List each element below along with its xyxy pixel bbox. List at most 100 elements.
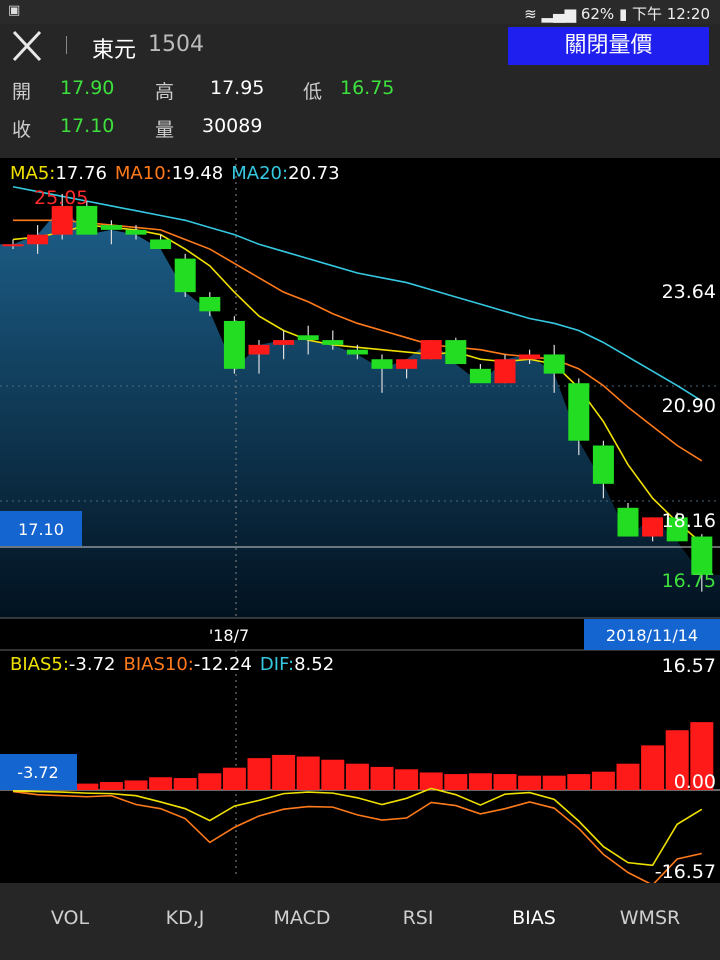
dif-bar [321, 759, 345, 790]
quote-panel: 開 17.90 高 17.95 低 16.75 收 17.10 量 30089 [0, 68, 720, 158]
wifi-icon: ≋ [524, 5, 537, 23]
dif-bar [222, 767, 246, 790]
candle-body [346, 349, 368, 355]
dif-bar [296, 756, 320, 790]
candle-body [469, 368, 491, 384]
close-icon [12, 30, 42, 62]
candle-body [420, 340, 442, 360]
candle-body [371, 359, 393, 369]
low-label: 低 [303, 81, 323, 103]
signal-icon: ▂▄▆ [541, 5, 577, 23]
dif-bar [124, 780, 148, 790]
svg-text:BIAS5:-3.72BIAS10:-12.24DIF:8.: BIAS5:-3.72 BIAS10:-12.24 DIF:8.52 [10, 654, 334, 675]
svg-text:MA5:17.76MA10:19.48MA20:20.73: MA5:17.76 MA10:19.48 MA20:20.73 [10, 163, 340, 184]
dif-bar [419, 772, 443, 790]
clock: 下午 12:20 [632, 5, 710, 23]
ma5-label: MA5: [10, 163, 55, 184]
indicator-tab-bar: VOL KD,J MACD RSI BIAS WMSR [0, 883, 720, 960]
candle-body [273, 340, 295, 345]
candle-body [568, 383, 590, 441]
min-price-label: 16.75 [662, 570, 716, 592]
price-tick-top: 23.64 [662, 281, 716, 303]
tab-vol[interactable]: VOL [30, 907, 110, 929]
dif-label: DIF: [260, 654, 294, 675]
candle-body [223, 320, 245, 369]
current-bias-value: -3.72 [17, 763, 58, 782]
candle-body [617, 507, 639, 537]
title-bar: 東元 1504 關閉量價 [0, 24, 720, 68]
bias5-line [12, 787, 703, 867]
ma20-value: 20.73 [288, 163, 340, 184]
candle-body [51, 205, 73, 235]
candle-body [100, 225, 122, 230]
ma5-value: 17.76 [55, 163, 107, 184]
high-value: 17.95 [210, 77, 265, 99]
candle-body [2, 244, 24, 247]
tab-macd[interactable]: MACD [262, 907, 342, 929]
close-label: 收 [12, 119, 32, 141]
bias10-value: -12.24 [194, 654, 252, 675]
candle-body [174, 258, 196, 293]
bias10-line [12, 790, 702, 886]
dif-bar [272, 754, 296, 790]
candle-body [543, 354, 565, 374]
status-bar: ▣ ≋ ▂▄▆ 62% ▮ 下午 12:20 [0, 0, 720, 24]
dif-bar [173, 778, 197, 790]
price-tick-low: 18.16 [662, 510, 716, 532]
current-date-value: 2018/11/14 [606, 626, 698, 645]
candle-body [125, 229, 147, 235]
candle-body [150, 239, 172, 250]
candle-body [76, 205, 98, 235]
ma20-label: MA20: [231, 163, 288, 184]
candle-body [27, 234, 49, 245]
dif-bar [542, 775, 566, 790]
battery-percent: 62% [580, 5, 615, 23]
ma10-value: 19.48 [172, 163, 224, 184]
candle-body [248, 344, 270, 355]
max-price-label: 25.05 [34, 187, 88, 209]
dif-bar [518, 775, 542, 790]
candle-body [592, 445, 614, 484]
status-right: ≋ ▂▄▆ 62% ▮ 下午 12:20 [524, 3, 710, 24]
candle-body [445, 340, 467, 365]
dif-bar [641, 745, 665, 790]
battery-icon: ▮ [618, 5, 628, 23]
dif-bar [99, 782, 123, 790]
low-value: 16.75 [340, 77, 395, 99]
dif-bar [591, 771, 615, 790]
bias-tick-bottom: -16.57 [655, 861, 716, 883]
tab-wmsr[interactable]: WMSR [610, 907, 690, 929]
bias-tick-zero: 0.00 [674, 771, 716, 793]
dif-bar [247, 758, 271, 790]
candle-body [494, 359, 516, 384]
dif-bar [493, 774, 517, 790]
tab-rsi[interactable]: RSI [378, 907, 458, 929]
tab-kdj[interactable]: KD,J [145, 907, 225, 929]
open-value: 17.90 [60, 77, 115, 99]
divider [66, 36, 67, 54]
candle-body [519, 354, 541, 360]
date-tick-mid: '18/7 [209, 626, 249, 645]
close-button[interactable] [8, 28, 46, 64]
dif-bar [75, 783, 99, 790]
stock-code: 1504 [148, 32, 204, 57]
toggle-volume-price-button[interactable]: 關閉量價 [508, 27, 709, 65]
price-tick-mid: 20.90 [662, 395, 716, 417]
high-label: 高 [155, 81, 175, 103]
volume-value: 30089 [202, 115, 263, 137]
bias-tick-top: 16.57 [662, 655, 716, 677]
candle-body [642, 517, 664, 537]
candle-body [322, 340, 344, 345]
dif-bar [444, 774, 468, 790]
dif-bar [370, 766, 394, 790]
dif-bar [198, 773, 222, 790]
open-label: 開 [12, 81, 32, 103]
price-chart[interactable]: MA5:17.76 MA10:19.48 MA20:20.73 25.05 23.6… [0, 158, 720, 886]
bias5-label: BIAS5: [10, 654, 69, 675]
dif-bar [468, 773, 492, 790]
dif-bar [395, 769, 419, 790]
chart-area[interactable]: MA5:17.76 MA10:19.48 MA20:20.73 25.05 23.6… [0, 158, 720, 886]
tab-bias[interactable]: BIAS [494, 907, 574, 929]
price-area [0, 205, 720, 618]
candle-body [297, 335, 319, 341]
